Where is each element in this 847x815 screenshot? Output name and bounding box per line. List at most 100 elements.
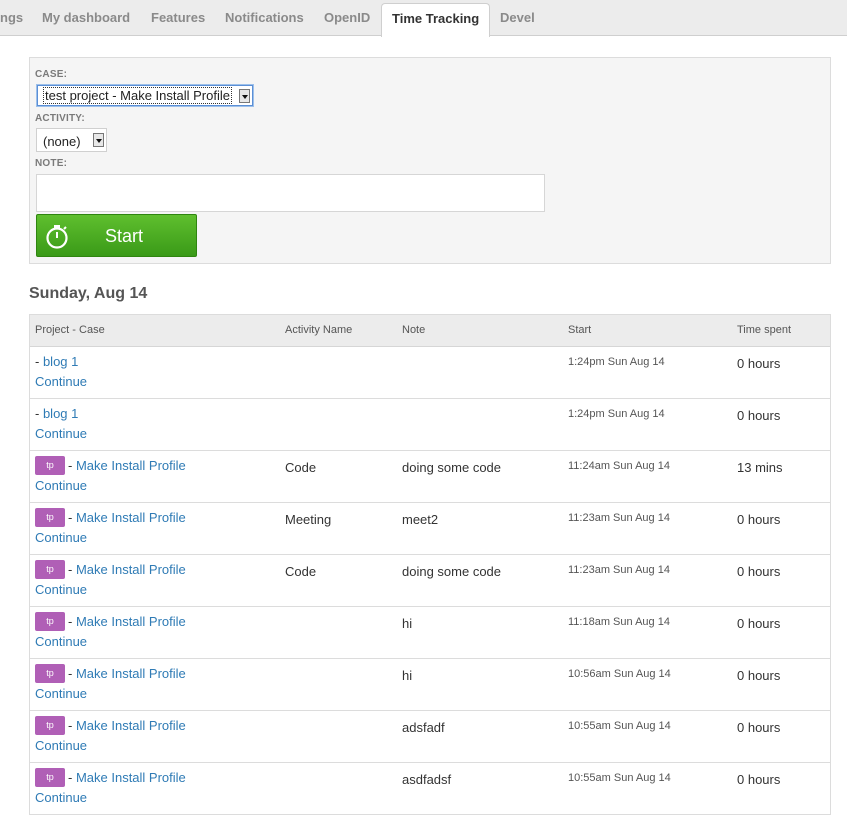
case-select-value: test project - Make Install Profile bbox=[43, 87, 232, 104]
start-cell: 11:18am Sun Aug 14 bbox=[568, 616, 670, 628]
start-cell: 10:56am Sun Aug 14 bbox=[568, 668, 671, 680]
activity-select-value: (none) bbox=[43, 134, 81, 149]
table-row: - blog 1 Continue 1:24pm Sun Aug 14 0 hours bbox=[30, 399, 830, 451]
header-note: Note bbox=[402, 324, 426, 336]
project-badge: tp bbox=[35, 716, 65, 736]
project-badge: tp bbox=[35, 456, 65, 476]
project-case-cell: tp - Make Install Profile bbox=[35, 612, 186, 632]
chevron-down-icon bbox=[93, 133, 104, 147]
tab-settings[interactable]: ngs bbox=[0, 0, 23, 36]
project-case-cell: - blog 1 bbox=[35, 354, 78, 369]
start-cell: 10:55am Sun Aug 14 bbox=[568, 720, 671, 732]
case-link[interactable]: Make Install Profile bbox=[76, 510, 186, 525]
note-cell: adsfadf bbox=[402, 720, 445, 735]
activity-cell: Meeting bbox=[285, 512, 332, 527]
activity-cell: Code bbox=[285, 564, 317, 579]
time-spent-cell: 0 hours bbox=[737, 564, 781, 579]
header-project-case: Project - Case bbox=[35, 324, 105, 336]
time-spent-cell: 0 hours bbox=[737, 408, 781, 423]
case-link[interactable]: Make Install Profile bbox=[76, 614, 186, 629]
tab-devel[interactable]: Devel bbox=[500, 0, 535, 36]
case-separator: - bbox=[35, 406, 43, 421]
activity-select[interactable]: (none) bbox=[36, 128, 107, 152]
case-link[interactable]: blog 1 bbox=[43, 406, 78, 421]
project-case-cell: tp - Make Install Profile bbox=[35, 716, 186, 736]
time-spent-cell: 0 hours bbox=[737, 772, 781, 787]
table-row: tp - Make Install Profile Continue hi 11:18a… bbox=[30, 607, 830, 659]
start-cell: 10:55am Sun Aug 14 bbox=[568, 772, 671, 784]
tab-openid[interactable]: OpenID bbox=[324, 0, 370, 36]
note-cell: meet2 bbox=[402, 512, 439, 527]
continue-link[interactable]: Continue bbox=[35, 634, 87, 649]
project-badge: tp bbox=[35, 508, 65, 528]
case-link[interactable]: Make Install Profile bbox=[76, 562, 186, 577]
table-row: tp - Make Install Profile Continue hi 10:56a… bbox=[30, 659, 830, 711]
project-badge: tp bbox=[35, 612, 65, 632]
continue-link[interactable]: Continue bbox=[35, 426, 87, 441]
tab-my-dashboard[interactable]: My dashboard bbox=[42, 0, 130, 36]
note-cell: hi bbox=[402, 668, 413, 683]
project-case-cell: tp - Make Install Profile bbox=[35, 664, 186, 684]
activity-cell: Code bbox=[285, 460, 317, 475]
header-time-spent: Time spent bbox=[737, 324, 792, 336]
continue-link[interactable]: Continue bbox=[35, 686, 87, 701]
header-activity-name: Activity Name bbox=[285, 324, 353, 336]
time-spent-cell: 0 hours bbox=[737, 512, 781, 527]
tab-notifications[interactable]: Notifications bbox=[225, 0, 304, 36]
note-cell: doing some code bbox=[402, 460, 502, 475]
project-case-cell: tp - Make Install Profile bbox=[35, 456, 186, 476]
table-header: Project - Case Activity Name Note Start … bbox=[30, 315, 830, 347]
project-badge: tp bbox=[35, 560, 65, 580]
continue-link[interactable]: Continue bbox=[35, 790, 87, 805]
activity-label: ACTIVITY: bbox=[35, 113, 85, 124]
case-link[interactable]: Make Install Profile bbox=[76, 458, 186, 473]
time-spent-cell: 13 mins bbox=[737, 460, 783, 475]
project-case-cell: tp - Make Install Profile bbox=[35, 768, 186, 788]
table-row: tp - Make Install Profile Continue adsfadf 1… bbox=[30, 711, 830, 763]
header-start: Start bbox=[568, 324, 592, 336]
start-cell: 11:24am Sun Aug 14 bbox=[568, 460, 670, 472]
case-link[interactable]: Make Install Profile bbox=[76, 718, 186, 733]
project-case-cell: tp - Make Install Profile bbox=[35, 560, 186, 580]
continue-link[interactable]: Continue bbox=[35, 738, 87, 753]
tab-bar: ngs My dashboard Features Notifications … bbox=[0, 0, 847, 37]
project-case-cell: - blog 1 bbox=[35, 406, 78, 421]
case-separator: - bbox=[68, 666, 76, 681]
note-label: NOTE: bbox=[35, 158, 68, 169]
stopwatch-icon bbox=[46, 225, 68, 249]
table-row: tp - Make Install Profile Continue Meeting m… bbox=[30, 503, 830, 555]
continue-link[interactable]: Continue bbox=[35, 478, 87, 493]
start-button[interactable]: Start bbox=[36, 214, 197, 257]
start-cell: 11:23am Sun Aug 14 bbox=[568, 512, 670, 524]
tab-time-tracking[interactable]: Time Tracking bbox=[381, 3, 491, 37]
project-badge: tp bbox=[35, 664, 65, 684]
case-link[interactable]: blog 1 bbox=[43, 354, 78, 369]
start-button-label: Start bbox=[105, 226, 144, 246]
continue-link[interactable]: Continue bbox=[35, 530, 87, 545]
case-label: CASE: bbox=[35, 69, 68, 80]
continue-link[interactable]: Continue bbox=[35, 582, 87, 597]
time-spent-cell: 0 hours bbox=[737, 720, 781, 735]
chevron-down-icon bbox=[239, 89, 250, 103]
project-badge: tp bbox=[35, 768, 65, 788]
start-cell: 1:24pm Sun Aug 14 bbox=[568, 356, 665, 368]
continue-link[interactable]: Continue bbox=[35, 374, 87, 389]
day-heading: Sunday, Aug 14 bbox=[29, 285, 148, 302]
case-separator: - bbox=[68, 458, 76, 473]
table-row: tp - Make Install Profile Continue Code doin… bbox=[30, 555, 830, 607]
table-row: tp - Make Install Profile Continue Code doin… bbox=[30, 451, 830, 503]
note-cell: asdfadsf bbox=[402, 772, 452, 787]
note-input[interactable] bbox=[36, 174, 545, 212]
tab-features[interactable]: Features bbox=[151, 0, 205, 36]
case-separator: - bbox=[68, 510, 76, 525]
case-separator: - bbox=[68, 718, 76, 733]
case-link[interactable]: Make Install Profile bbox=[76, 770, 186, 785]
start-cell: 1:24pm Sun Aug 14 bbox=[568, 408, 665, 420]
time-spent-cell: 0 hours bbox=[737, 668, 781, 683]
project-case-cell: tp - Make Install Profile bbox=[35, 508, 186, 528]
case-separator: - bbox=[68, 562, 76, 577]
case-select[interactable]: test project - Make Install Profile bbox=[37, 85, 253, 106]
case-link[interactable]: Make Install Profile bbox=[76, 666, 186, 681]
case-separator: - bbox=[68, 614, 76, 629]
note-cell: hi bbox=[402, 616, 413, 631]
